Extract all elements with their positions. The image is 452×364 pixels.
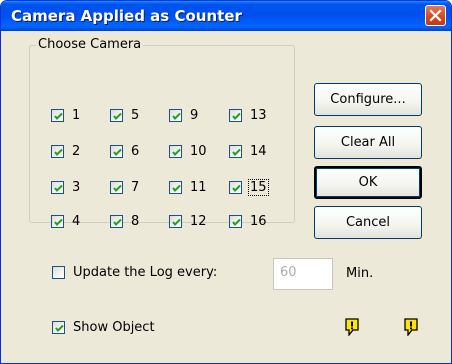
camera-checkbox[interactable] xyxy=(229,180,242,194)
camera-checkbox[interactable] xyxy=(169,144,182,158)
choose-camera-legend: Choose Camera xyxy=(36,37,144,52)
checkmark-icon xyxy=(172,218,181,226)
close-button[interactable] xyxy=(425,5,446,26)
camera-label: 13 xyxy=(250,107,267,123)
update-log-checkbox-row[interactable]: Update the Log every: xyxy=(52,265,218,280)
checkmark-icon xyxy=(113,184,122,192)
checkmark-icon xyxy=(54,184,63,192)
camera-label: 15 xyxy=(248,178,269,196)
camera-label: 11 xyxy=(190,179,207,195)
log-interval-unit: Min. xyxy=(346,266,374,281)
camera-label: 14 xyxy=(250,143,267,159)
checkmark-icon xyxy=(55,324,64,332)
checkmark-icon xyxy=(54,218,63,226)
dialog-window: Camera Applied as Counter Choose Camera … xyxy=(0,0,452,364)
camera-checkbox[interactable] xyxy=(169,108,182,122)
ok-button[interactable]: OK xyxy=(314,166,422,199)
camera-checkbox[interactable] xyxy=(110,144,123,158)
camera-checkbox-row[interactable]: 6 xyxy=(110,143,140,159)
camera-checkbox[interactable] xyxy=(51,144,64,158)
camera-checkbox[interactable] xyxy=(110,214,123,228)
camera-checkbox[interactable] xyxy=(169,214,182,228)
camera-checkbox[interactable] xyxy=(169,180,182,194)
checkmark-icon xyxy=(113,148,122,156)
camera-checkbox-row[interactable]: 9 xyxy=(169,107,199,123)
camera-checkbox[interactable] xyxy=(110,180,123,194)
camera-label: 8 xyxy=(131,213,140,229)
camera-checkbox[interactable] xyxy=(51,180,64,194)
show-object-checkbox-row[interactable]: Show Object xyxy=(52,320,156,335)
camera-label: 1 xyxy=(72,107,81,123)
camera-label: 9 xyxy=(190,107,199,123)
camera-checkbox-row[interactable]: 13 xyxy=(229,107,268,123)
checkmark-icon xyxy=(172,112,181,120)
title-bar[interactable]: Camera Applied as Counter xyxy=(1,1,451,31)
camera-label: 4 xyxy=(72,213,81,229)
checkmark-icon xyxy=(113,112,122,120)
cancel-button[interactable]: Cancel xyxy=(314,206,422,239)
checkmark-icon xyxy=(54,112,63,120)
update-log-label: Update the Log every: xyxy=(73,265,218,280)
checkmark-icon xyxy=(232,218,241,226)
checkmark-icon xyxy=(232,148,241,156)
choose-camera-group: Choose Camera xyxy=(29,37,295,223)
camera-checkbox-row[interactable]: 12 xyxy=(169,213,208,229)
log-interval-input[interactable]: 60 xyxy=(273,258,333,290)
camera-label: 7 xyxy=(131,179,140,195)
configure-button[interactable]: Configure... xyxy=(314,83,422,116)
camera-label: 12 xyxy=(190,213,207,229)
camera-label: 6 xyxy=(131,143,140,159)
camera-checkbox-row[interactable]: 4 xyxy=(51,213,81,229)
camera-checkbox-row[interactable]: 3 xyxy=(51,179,81,195)
camera-label: 10 xyxy=(190,143,207,159)
camera-label: 5 xyxy=(131,107,140,123)
camera-checkbox-row[interactable]: 8 xyxy=(110,213,140,229)
close-icon xyxy=(429,9,442,22)
warning-icon xyxy=(344,318,360,337)
camera-checkbox-row[interactable]: 2 xyxy=(51,143,81,159)
checkmark-icon xyxy=(172,148,181,156)
window-title: Camera Applied as Counter xyxy=(11,7,242,25)
camera-checkbox[interactable] xyxy=(229,214,242,228)
show-object-checkbox[interactable] xyxy=(52,321,65,334)
camera-checkbox-row[interactable]: 16 xyxy=(229,213,268,229)
camera-checkbox[interactable] xyxy=(229,108,242,122)
checkmark-icon xyxy=(232,112,241,120)
camera-checkbox[interactable] xyxy=(229,144,242,158)
update-log-checkbox[interactable] xyxy=(52,266,65,279)
camera-checkbox[interactable] xyxy=(51,108,64,122)
camera-checkbox[interactable] xyxy=(110,108,123,122)
checkmark-icon xyxy=(113,218,122,226)
camera-checkbox-row[interactable]: 1 xyxy=(51,107,81,123)
camera-checkbox-row[interactable]: 11 xyxy=(169,179,208,195)
camera-label: 2 xyxy=(72,143,81,159)
camera-checkbox-row[interactable]: 14 xyxy=(229,143,268,159)
camera-checkbox-row[interactable]: 10 xyxy=(169,143,208,159)
camera-checkbox-row[interactable]: 7 xyxy=(110,179,140,195)
clear-all-button[interactable]: Clear All xyxy=(314,126,422,159)
camera-label: 3 xyxy=(72,179,81,195)
camera-label: 16 xyxy=(250,213,267,229)
checkmark-icon xyxy=(232,184,241,192)
checkmark-icon xyxy=(54,148,63,156)
warning-icon xyxy=(403,318,419,337)
camera-checkbox-row[interactable]: 15 xyxy=(229,178,269,196)
camera-checkbox-row[interactable]: 5 xyxy=(110,107,140,123)
checkmark-icon xyxy=(172,184,181,192)
camera-checkbox[interactable] xyxy=(51,214,64,228)
show-object-label: Show Object xyxy=(73,320,155,335)
